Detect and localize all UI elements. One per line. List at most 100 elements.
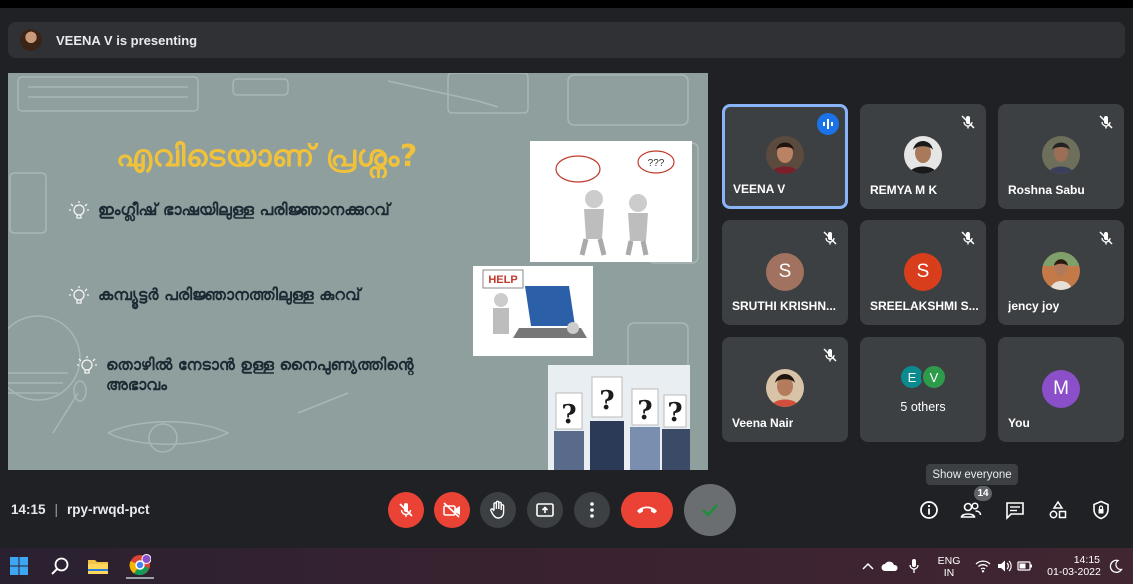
clock-time: 14:15 [1073, 554, 1100, 566]
others-count-label: 5 others [900, 400, 946, 414]
presenter-bar: VEENA V is presenting [8, 22, 1125, 58]
meeting-time: 14:15 [11, 502, 46, 517]
participant-tile-sreelakshmi-s[interactable]: S SREELAKSHMI S... [860, 220, 986, 325]
slide-bullet-2: കമ്പ്യൂട്ടർ പരിജ്ഞാനത്തിലുള്ള കുറവ് [68, 285, 360, 307]
focus-assist-button[interactable] [1106, 553, 1126, 579]
participant-name: Roshna Sabu [1008, 183, 1085, 197]
mic-off-icon [823, 231, 837, 245]
participant-name: Veena Nair [732, 416, 794, 430]
participant-tile-roshna-sabu[interactable]: Roshna Sabu [998, 104, 1124, 209]
more-options-icon [590, 502, 594, 518]
participant-tile-sruthi-krishn[interactable]: S SRUTHI KRISHN... [722, 220, 848, 325]
info-icon [920, 501, 938, 519]
participant-avatar [904, 136, 942, 174]
cloud-icon [881, 561, 898, 571]
quick-settings-button[interactable] [972, 553, 1036, 579]
participant-name: You [1008, 416, 1030, 430]
others-avatar-v: V [921, 364, 947, 390]
present-icon [536, 503, 554, 517]
mic-off-icon [961, 115, 975, 129]
check-icon [702, 504, 718, 517]
mic-off-icon [399, 503, 413, 517]
meeting-code: rpy-rwqd-pct [67, 502, 150, 517]
slide-image-thinking-figures: ??? [530, 141, 692, 262]
show-everyone-button[interactable] [959, 498, 983, 522]
meeting-details-button[interactable] [917, 498, 941, 522]
input-language-indicator[interactable]: ENG IN [934, 555, 964, 579]
slide-bullet-1: ഇംഗ്ലീഷ് ഭാഷയിലുള്ള പരിജ്ഞാനക്കുറവ് [68, 200, 390, 222]
show-everyone-tooltip: Show everyone [926, 464, 1018, 485]
participant-tile-remya-m-k[interactable]: REMYA M K [860, 104, 986, 209]
participant-avatar [1042, 136, 1080, 174]
raise-hand-icon [490, 500, 505, 519]
others-avatar-group: E V [860, 364, 986, 390]
input-language-bottom: IN [943, 567, 955, 579]
svg-text:?: ? [667, 398, 682, 428]
participant-tile-others[interactable]: E V 5 others [860, 337, 986, 442]
mic-off-icon [1099, 115, 1113, 129]
chrome-taskbar-button[interactable] [126, 553, 154, 579]
help-sign-text: HELP [488, 274, 517, 286]
slide-bullet-1-text: ഇംഗ്ലീഷ് ഭാഷയിലുള്ള പരിജ്ഞാനക്കുറവ് [98, 200, 390, 219]
participant-name: SREELAKSHMI S... [870, 299, 979, 313]
file-explorer-icon [88, 560, 108, 574]
presenter-text: VEENA V is presenting [56, 32, 198, 48]
leave-call-button[interactable] [621, 492, 673, 528]
input-language-top: ENG [937, 555, 961, 567]
mic-off-icon [1099, 231, 1113, 245]
chrome-icon [129, 554, 151, 576]
bubble-text: ??? [648, 158, 665, 169]
mic-toggle-button[interactable] [388, 492, 424, 528]
more-options-button[interactable] [574, 492, 610, 528]
participant-avatar: S [904, 253, 942, 291]
present-now-button[interactable] [527, 492, 563, 528]
windows-start-icon [10, 557, 28, 575]
meeting-info-divider: | [54, 502, 59, 517]
camera-toggle-button[interactable] [434, 492, 470, 528]
windows-start-button[interactable] [7, 553, 31, 579]
chat-button[interactable] [1003, 498, 1027, 522]
file-explorer-button[interactable] [86, 553, 110, 579]
slide-bullet-3-text-line-2: അഭാവം [106, 375, 167, 394]
participant-avatar [1042, 252, 1080, 290]
lightbulb-icon [69, 286, 89, 304]
search-icon [51, 557, 69, 575]
participant-avatar [766, 369, 804, 407]
chevron-up-icon [862, 562, 874, 570]
svg-text:?: ? [637, 396, 652, 426]
mic-off-icon [823, 348, 837, 362]
clock-date[interactable]: 14:15 01-03-2022 [1044, 554, 1104, 578]
presenter-avatar [20, 29, 42, 51]
clock-date-text: 01-03-2022 [1047, 566, 1101, 578]
slide-title: എവിടെയാണ് പ്രശ്നം? [116, 139, 418, 174]
svg-text:?: ? [561, 400, 576, 430]
participant-name: SRUTHI KRISHN... [732, 299, 837, 313]
check-button[interactable] [684, 484, 736, 536]
presentation-slide: എവിടെയാണ് പ്രശ്നം? ഇംഗ്ലീഷ് ഭാഷയിലുള്ള പ… [8, 73, 708, 470]
microphone-tray-button[interactable] [905, 553, 923, 579]
taskbar-search-button[interactable] [48, 553, 72, 579]
slide-image-question-people: ???? [548, 365, 690, 470]
meeting-info: 14:15 | rpy-rwqd-pct [11, 502, 150, 517]
mic-off-icon [961, 231, 975, 245]
lightbulb-icon [69, 201, 89, 219]
activities-button[interactable] [1046, 498, 1070, 522]
onedrive-tray-button[interactable] [880, 553, 900, 579]
windows-taskbar: ENG IN 14:15 01-03-2022 [0, 548, 1133, 584]
camera-off-icon [443, 502, 460, 518]
slide-bullet-3-text-line-1: തൊഴിൽ നേടാൻ ഉള്ള നൈപുണ്യത്തിന്റെ [106, 355, 414, 374]
participant-tile-you[interactable]: M You [998, 337, 1124, 442]
raise-hand-button[interactable] [480, 492, 516, 528]
show-hidden-icons-button[interactable] [860, 553, 876, 579]
lightbulb-icon [77, 356, 97, 374]
slide-bullet-3: തൊഴിൽ നേടാൻ ഉള്ള നൈപുണ്യത്തിന്റെ അഭാവം [76, 355, 414, 395]
speaking-indicator-icon [817, 113, 839, 135]
participant-tile-veena-nair[interactable]: Veena Nair [722, 337, 848, 442]
host-controls-icon [1093, 500, 1109, 520]
activities-icon [1049, 500, 1067, 519]
chat-icon [1006, 502, 1024, 520]
participant-tile-veena-v[interactable]: VEENA V [722, 104, 848, 209]
participant-tile-jency-joy[interactable]: jency joy [998, 220, 1124, 325]
slide-bullet-2-text: കമ്പ്യൂട്ടർ പരിജ്ഞാനത്തിലുള്ള കുറവ് [98, 285, 361, 304]
host-controls-button[interactable] [1089, 498, 1113, 522]
